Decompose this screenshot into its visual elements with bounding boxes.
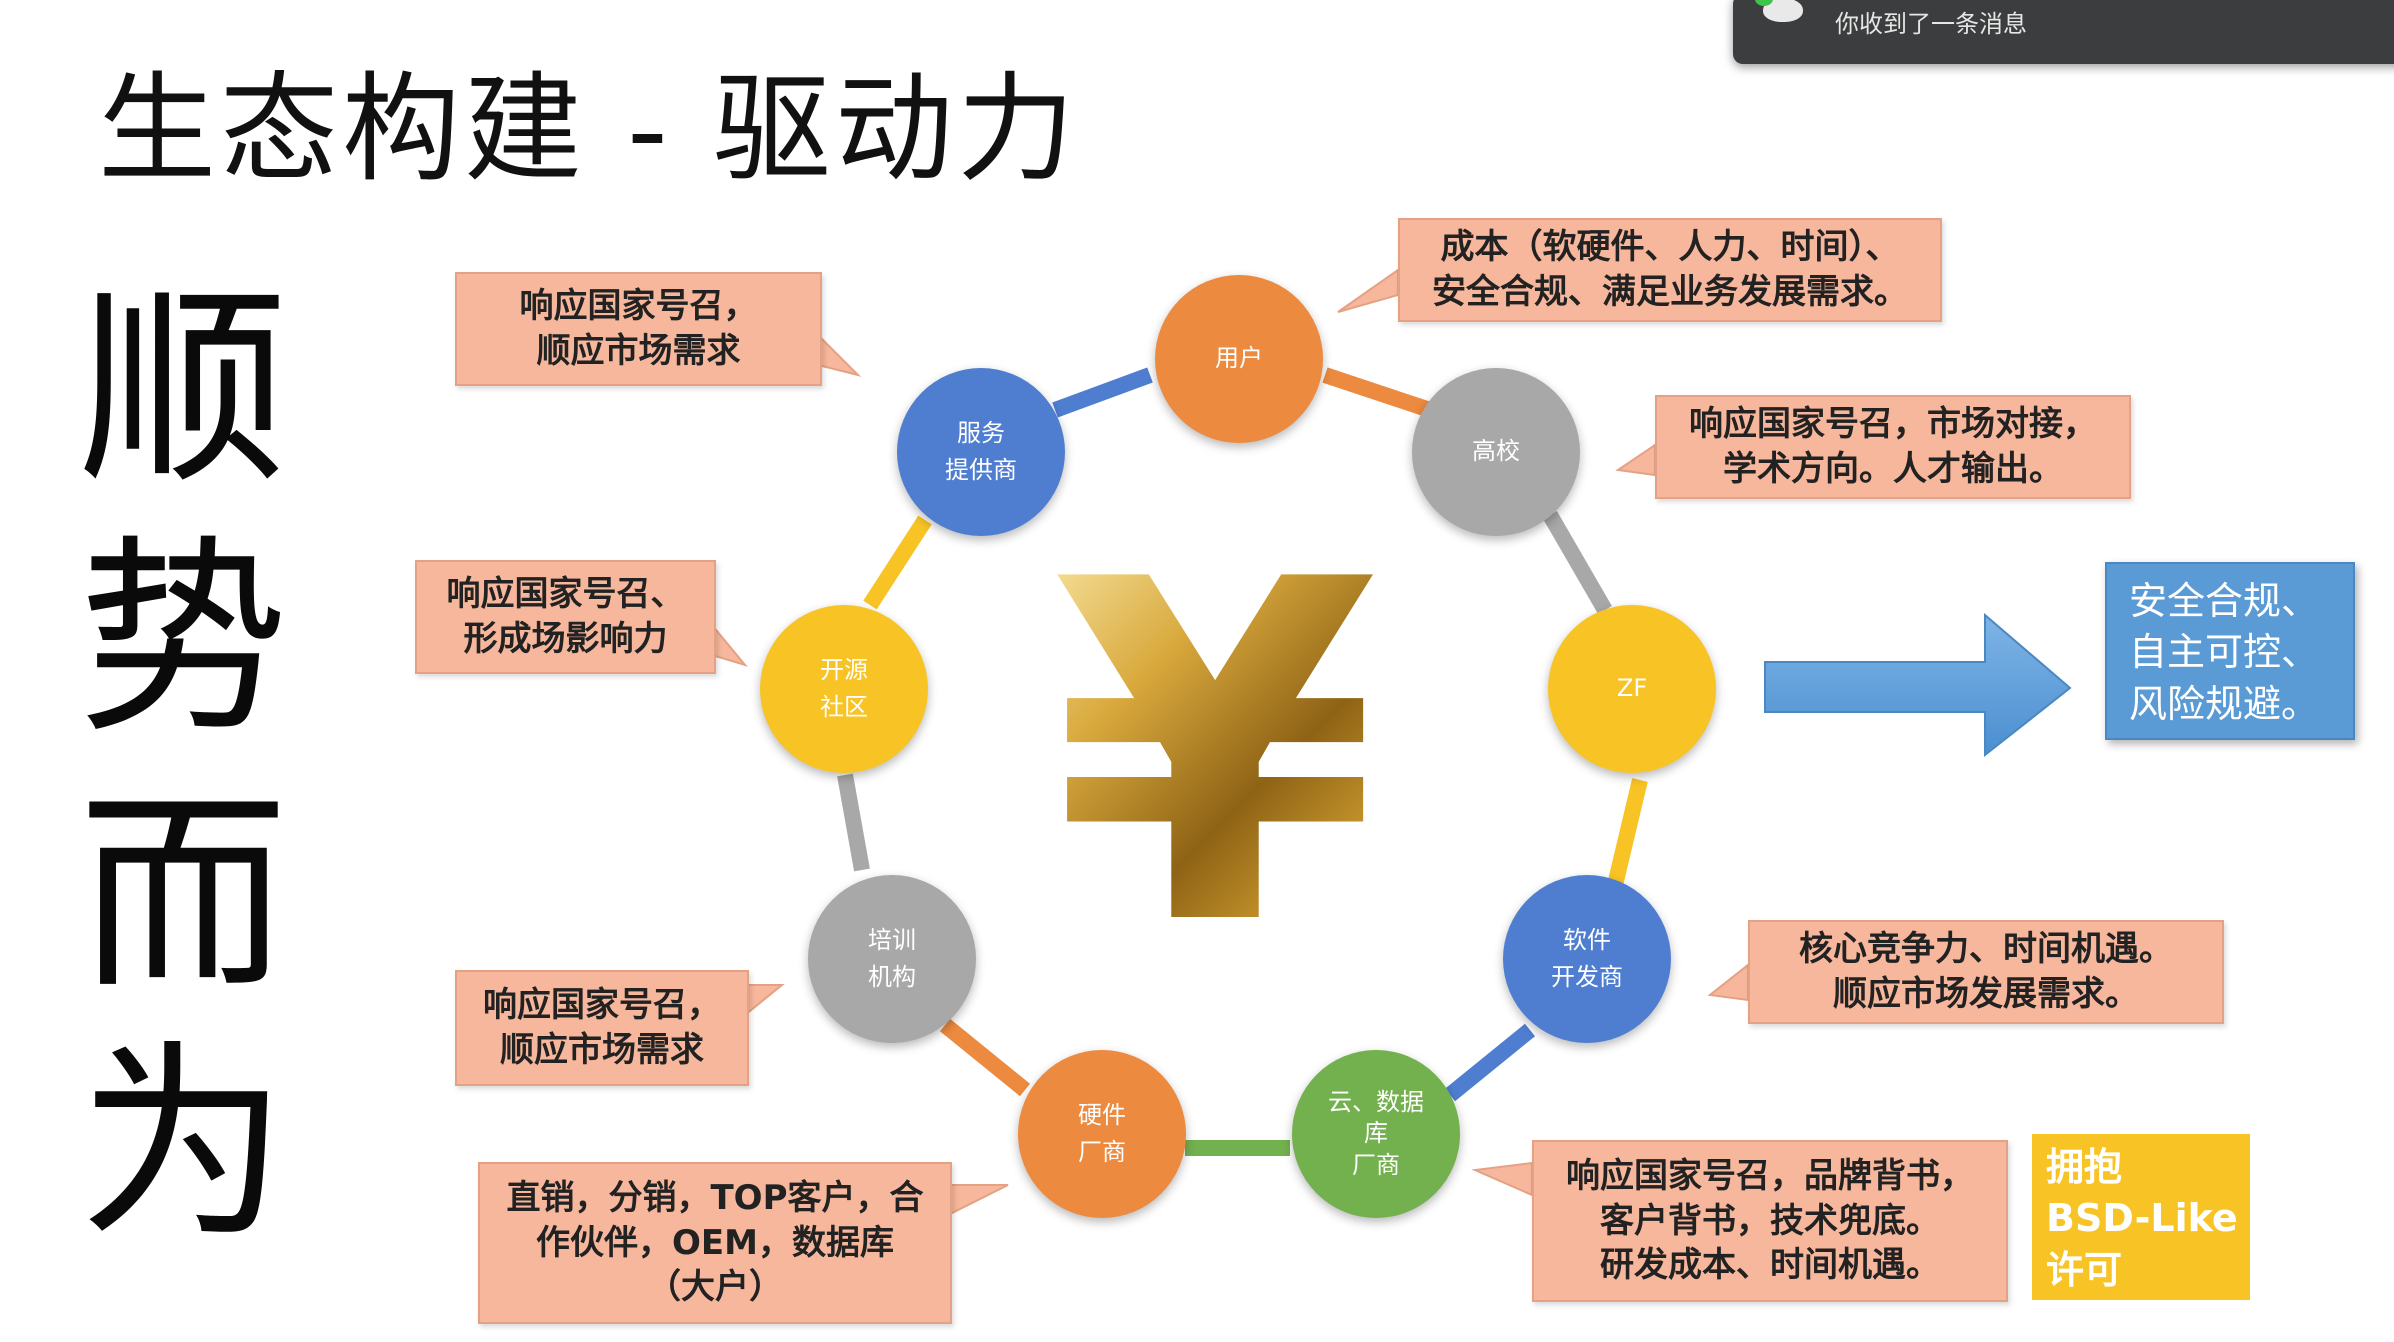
message-notification[interactable]: 你收到了一条消息 [1733,0,2394,64]
bsd-line: BSD-Like [2046,1196,2238,1241]
wechat-icon [1755,0,1803,22]
bsd-line: 许可 [2046,1247,2123,1292]
result-line: 安全合规、 [2129,579,2320,623]
result-line: 风险规避。 [2129,681,2320,726]
notification-text: 你收到了一条消息 [1835,10,2027,38]
result-line: 自主可控、 [2129,630,2320,675]
result-box: 安全合规、 自主可控、 风险规避。 [2105,562,2355,740]
bsd-line: 拥抱 [2046,1145,2123,1189]
bsd-license-box: 拥抱 BSD-Like 许可 [2032,1134,2250,1300]
